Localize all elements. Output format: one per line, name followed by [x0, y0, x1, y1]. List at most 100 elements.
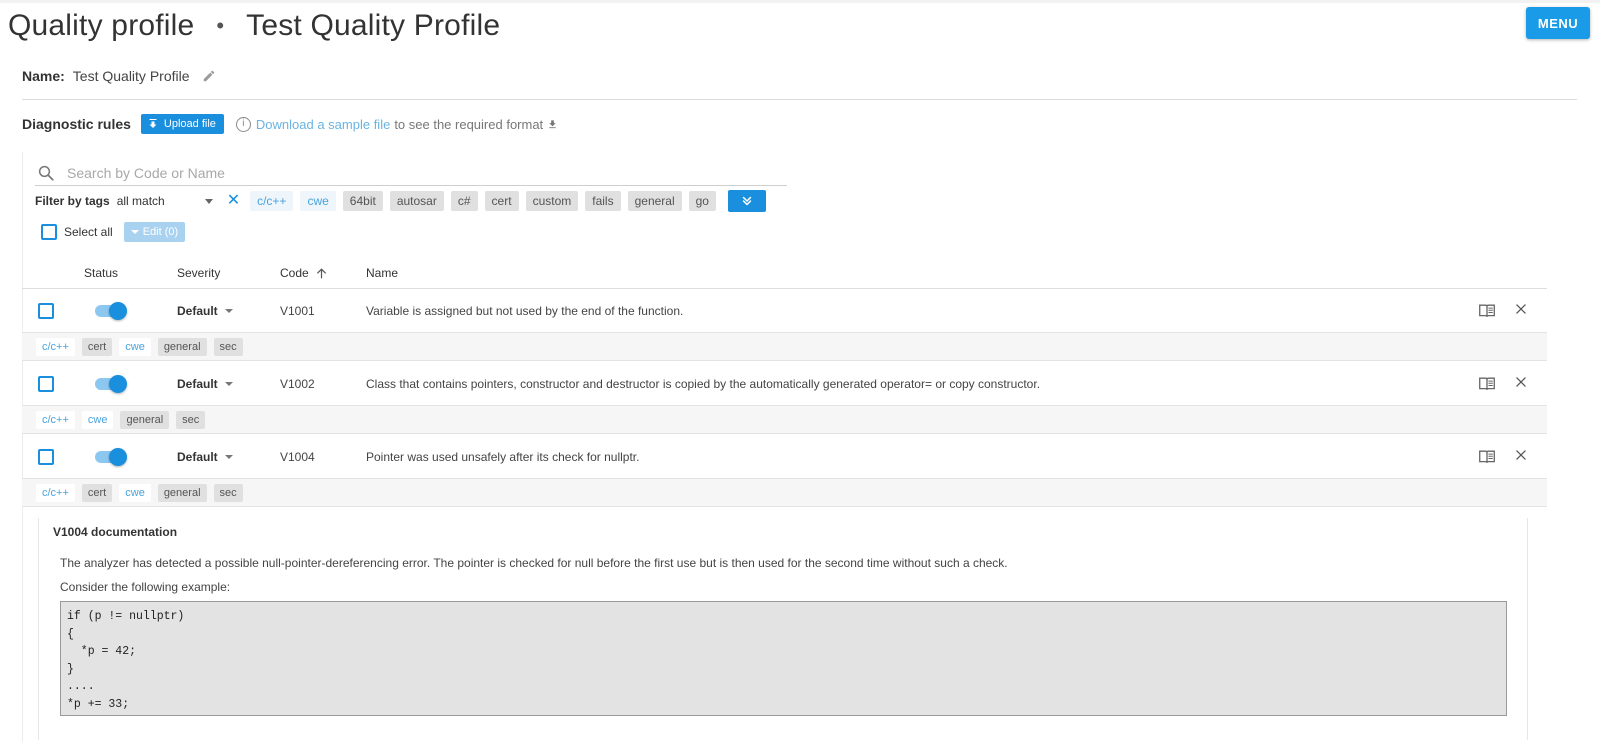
severity-dropdown[interactable]: Default [177, 377, 233, 391]
filter-tag[interactable]: 64bit [342, 191, 383, 211]
rule-name: Variable is assigned but not used by the… [366, 304, 684, 318]
rule-tag[interactable]: general [157, 483, 207, 502]
upload-file-label: Upload file [163, 118, 216, 130]
filter-tag[interactable]: c# [450, 191, 478, 211]
title-separator: • [216, 13, 225, 38]
download-hint-text: to see the required format [394, 116, 544, 132]
filter-by-tags-label: Filter by tags [35, 194, 110, 208]
arrow-up-icon [316, 268, 326, 278]
diagnostic-rules-row: Diagnostic rules Upload file i Download … [22, 114, 558, 134]
caret-down-icon [130, 230, 139, 234]
rule-tag[interactable]: general [157, 337, 207, 356]
pencil-icon[interactable] [202, 69, 216, 83]
filter-tag[interactable]: cert [484, 191, 519, 211]
section-divider [22, 99, 1577, 100]
rule-code: V1002 [280, 377, 315, 391]
row-checkbox[interactable] [38, 449, 54, 465]
rule-name: Class that contains pointers, constructo… [366, 377, 1041, 391]
diagnostic-rules-label: Diagnostic rules [22, 116, 131, 132]
rule-tag[interactable]: general [120, 410, 170, 429]
info-icon: i [235, 116, 251, 132]
rule-tag[interactable]: cwe [119, 337, 151, 356]
close-icon[interactable] [1514, 302, 1528, 316]
select-all-checkbox[interactable] [41, 224, 57, 240]
rule-tag[interactable]: cwe [81, 410, 114, 429]
menu-button[interactable]: MENU [1526, 7, 1590, 39]
table-row: Default V1001 Variable is assigned but n… [22, 289, 1547, 333]
table-row: Default V1002 Class that contains pointe… [22, 362, 1547, 406]
filter-tag[interactable]: general [627, 191, 682, 211]
rule-tags-row: c/c++ cert cwe general sec [22, 478, 1547, 507]
double-chevron-down-icon [742, 196, 752, 206]
caret-down-icon [224, 455, 233, 459]
upload-file-button[interactable]: Upload file [140, 114, 224, 134]
select-all-label: Select all [64, 225, 113, 239]
rule-code: V1001 [280, 304, 315, 318]
page-header: Quality profile • Test Quality Profile [8, 6, 500, 46]
close-icon[interactable]: ✕ [227, 193, 240, 209]
upload-icon [149, 119, 157, 128]
documentation-paragraph: The analyzer has detected a possible nul… [60, 556, 1008, 570]
status-toggle[interactable] [95, 302, 129, 320]
caret-down-icon [204, 198, 213, 204]
rule-tags-row: c/c++ cert cwe general sec [22, 332, 1547, 361]
rule-tag[interactable]: c/c++ [36, 483, 75, 502]
download-icon[interactable] [547, 119, 558, 130]
filter-tag[interactable]: autosar [389, 191, 444, 211]
rule-tag[interactable]: sec [213, 337, 243, 356]
profile-title: Test Quality Profile [246, 9, 501, 42]
top-border [0, 0, 1600, 3]
severity-dropdown[interactable]: Default [177, 304, 233, 318]
status-toggle[interactable] [95, 448, 129, 466]
severity-value: Default [177, 304, 218, 318]
column-header-code-label: Code [280, 266, 309, 280]
expand-tags-button[interactable] [727, 190, 766, 212]
tag-match-select[interactable]: all match [117, 194, 213, 208]
rule-tag[interactable]: sec [213, 483, 243, 502]
rule-tag[interactable]: cert [81, 483, 113, 502]
column-header-severity[interactable]: Severity [177, 266, 220, 280]
filter-tag[interactable]: custom [525, 191, 579, 211]
table-row: Default V1004 Pointer was used unsafely … [22, 435, 1547, 479]
rule-tag[interactable]: cwe [119, 483, 151, 502]
rule-tag[interactable]: sec [176, 410, 206, 429]
book-icon[interactable] [1478, 376, 1496, 392]
severity-dropdown[interactable]: Default [177, 450, 233, 464]
severity-value: Default [177, 450, 218, 464]
rule-tag[interactable]: cert [81, 337, 113, 356]
edit-button[interactable]: Edit (0) [123, 222, 186, 242]
name-row: Name: Test Quality Profile [22, 68, 216, 84]
close-icon[interactable] [1514, 375, 1528, 389]
row-checkbox[interactable] [38, 376, 54, 392]
select-all-row: Select all Edit (0) [41, 222, 186, 242]
close-icon[interactable] [1514, 448, 1528, 462]
book-icon[interactable] [1478, 303, 1496, 319]
download-sample-link[interactable]: Download a sample file [256, 117, 390, 132]
row-checkbox[interactable] [38, 303, 54, 319]
page-title: Quality profile [8, 9, 195, 42]
rule-code: V1004 [280, 450, 315, 464]
profile-name-value: Test Quality Profile [72, 68, 190, 84]
column-header-status[interactable]: Status [84, 266, 118, 280]
search-bar [35, 160, 787, 186]
filter-tag[interactable]: fails [585, 191, 621, 211]
rule-tags-row: c/c++ cwe general sec [22, 405, 1547, 434]
selected-tag[interactable]: c/c++ [250, 191, 294, 211]
tag-filter-row: Filter by tags all match ✕ c/c++ cwe 64b… [35, 190, 766, 212]
rule-name: Pointer was used unsafely after its chec… [366, 450, 640, 464]
caret-down-icon [224, 309, 233, 313]
status-toggle[interactable] [95, 375, 129, 393]
selected-tag[interactable]: cwe [300, 191, 336, 211]
rule-tag[interactable]: c/c++ [36, 410, 75, 429]
filter-tag[interactable]: go [688, 191, 716, 211]
documentation-title: V1004 documentation [53, 525, 178, 539]
rule-tag[interactable]: c/c++ [36, 337, 75, 356]
column-header-name[interactable]: Name [366, 266, 398, 280]
tag-match-value: all match [116, 194, 165, 208]
book-icon[interactable] [1478, 449, 1496, 465]
documentation-paragraph: Consider the following example: [60, 580, 231, 594]
search-input[interactable] [65, 163, 665, 182]
severity-value: Default [177, 377, 218, 391]
column-header-code[interactable]: Code [280, 266, 328, 280]
search-icon [38, 165, 54, 181]
